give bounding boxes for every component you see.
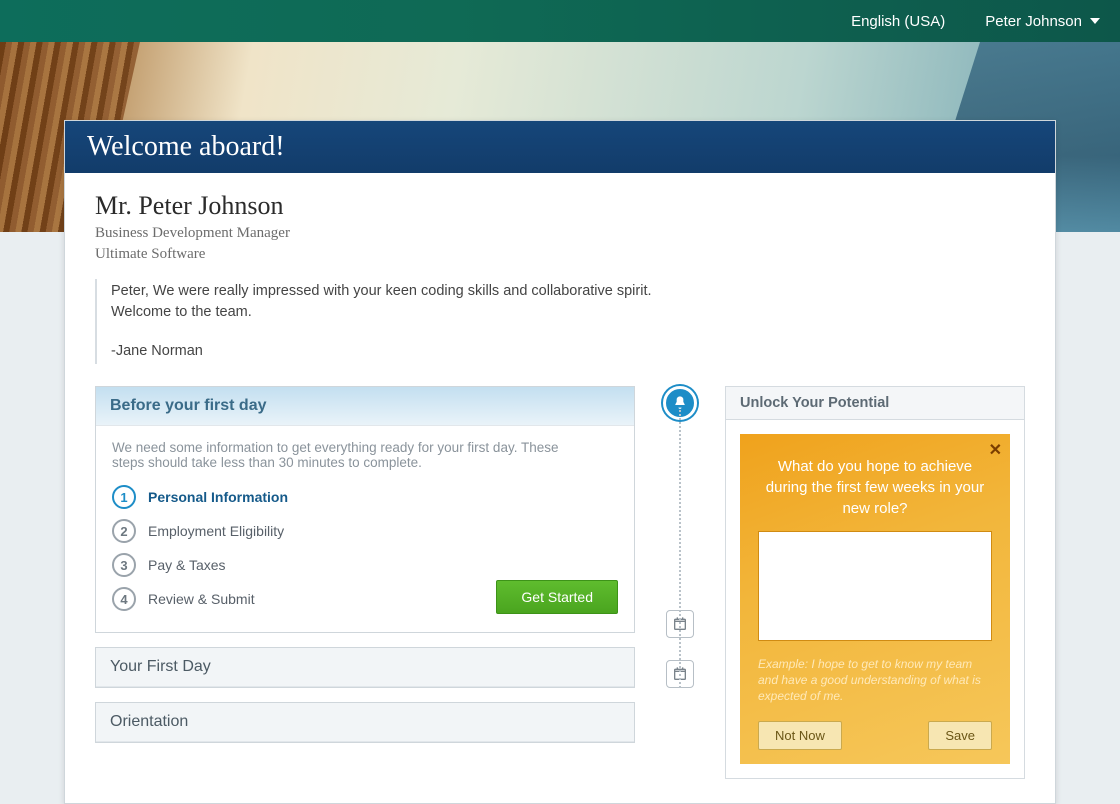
welcome-message-line2: Welcome to the team. [111,302,715,323]
section-your-first-day-header[interactable]: Your First Day [96,648,634,687]
welcome-title: Welcome aboard! [65,121,1055,173]
unlock-potential-panel: Unlock Your Potential ✕ What do you hope… [725,386,1025,779]
language-label: English (USA) [851,13,945,30]
step-label: Review & Submit [148,591,255,607]
step-label: Employment Eligibility [148,523,284,539]
step-number-icon: 1 [112,485,136,509]
goal-textarea[interactable] [758,531,992,641]
step-number-icon: 4 [112,587,136,611]
user-menu[interactable]: Peter Johnson [985,13,1100,30]
section-before-first-day: Before your first day We need some infor… [95,386,635,633]
chevron-down-icon [1090,18,1100,24]
goal-card: ✕ What do you hope to achieve during the… [740,434,1010,764]
section-your-first-day: Your First Day [95,647,635,688]
employee-name: Mr. Peter Johnson [95,191,1025,221]
section-before-first-day-header[interactable]: Before your first day [96,387,634,426]
welcome-message: Peter, We were really impressed with you… [95,279,715,364]
goal-question: What do you hope to achieve during the f… [758,456,992,519]
step-pay-taxes[interactable]: 3 Pay & Taxes [112,548,618,582]
onboarding-column: Before your first day We need some infor… [95,386,635,743]
section-orientation-header[interactable]: Orientation [96,703,634,742]
goal-example: Example: I hope to get to know my team a… [758,656,992,705]
unlock-potential-header: Unlock Your Potential [725,386,1025,419]
top-bar: English (USA) Peter Johnson [0,0,1120,42]
save-button[interactable]: Save [928,721,992,750]
welcome-message-line1: Peter, We were really impressed with you… [111,281,715,302]
welcome-signature: -Jane Norman [111,341,715,362]
language-selector[interactable]: English (USA) [851,13,945,30]
step-employment-eligibility[interactable]: 2 Employment Eligibility [112,514,618,548]
not-now-button[interactable]: Not Now [758,721,842,750]
step-label: Pay & Taxes [148,557,226,573]
close-icon[interactable]: ✕ [989,440,1002,460]
get-started-button[interactable]: Get Started [496,580,618,614]
employee-company: Ultimate Software [95,246,1025,263]
timeline [663,386,697,688]
section-orientation: Orientation [95,702,635,743]
step-label: Personal Information [148,489,288,505]
user-name: Peter Johnson [985,13,1082,30]
employee-role: Business Development Manager [95,225,1025,242]
step-number-icon: 2 [112,519,136,543]
employee-header: Mr. Peter Johnson Business Development M… [95,191,1025,263]
section-before-first-day-desc: We need some information to get everythi… [112,440,592,470]
step-personal-information[interactable]: 1 Personal Information [112,480,618,514]
welcome-card: Welcome aboard! Mr. Peter Johnson Busine… [64,120,1056,804]
step-number-icon: 3 [112,553,136,577]
